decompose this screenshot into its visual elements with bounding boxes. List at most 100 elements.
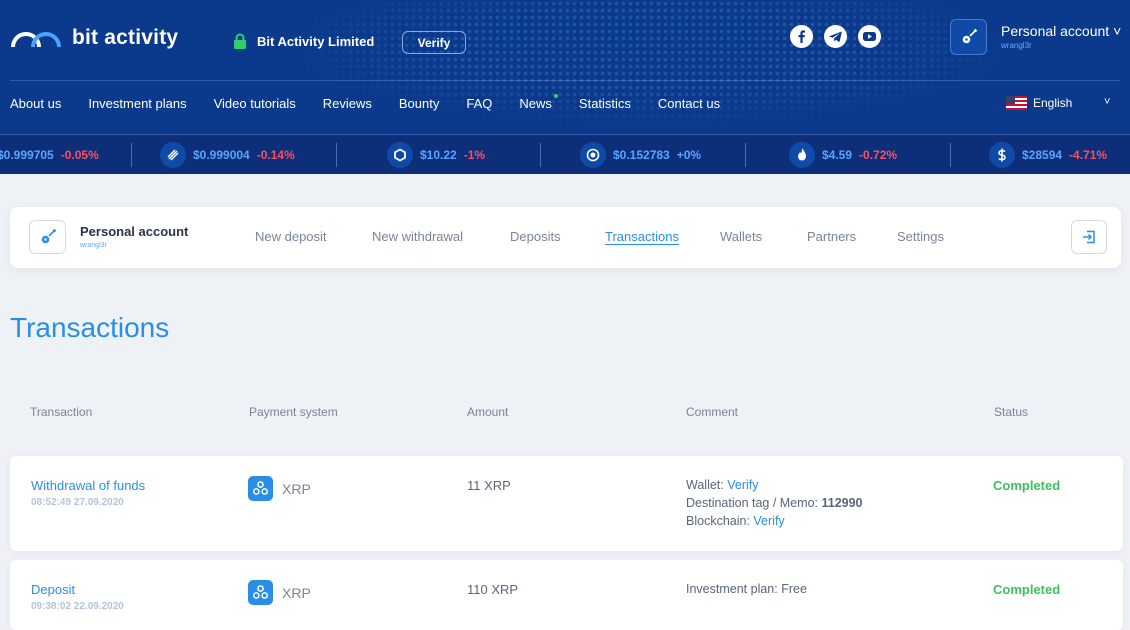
wallet-verify-link[interactable]: Verify (727, 478, 758, 492)
site-logo[interactable]: bit activity (10, 26, 178, 50)
payment-system-name: XRP (282, 480, 311, 497)
ticker-price: $0.999004 (193, 148, 250, 162)
ticker-change: -1% (463, 148, 486, 162)
tab-partners[interactable]: Partners (807, 229, 856, 244)
lock-icon (234, 33, 246, 49)
blockchain-verify-link[interactable]: Verify (753, 514, 784, 528)
comment-cell: Wallet: Verify Destination tag / Memo: 1… (686, 476, 863, 530)
ticker-item: $0.999705 -0.05% (0, 135, 99, 174)
telegram-icon[interactable] (824, 25, 847, 48)
language-selector[interactable]: English ˅ (1006, 96, 1110, 110)
payment-system-name: XRP (282, 584, 311, 601)
nav-faq[interactable]: FAQ (466, 96, 492, 111)
account-guitar-icon (950, 19, 987, 55)
youtube-icon[interactable] (858, 25, 881, 48)
ticker-change: -0.05% (60, 148, 99, 162)
column-header-comment: Comment (686, 405, 739, 419)
account-username: wrangl3r (1001, 41, 1032, 50)
ticker-price: $28594 (1022, 148, 1063, 162)
ticker-item: $0.152783 +0% (580, 135, 701, 174)
chevron-down-icon: ˅ (1104, 96, 1111, 108)
nav-news-label: News (519, 96, 552, 111)
comment-cell: Investment plan: Free (686, 580, 807, 598)
ticker-divider (540, 143, 541, 167)
price-ticker: $0.999705 -0.05% $0.999004 -0.14% $10.22… (0, 134, 1130, 174)
nav-video-tutorials[interactable]: Video tutorials (214, 96, 296, 111)
coin-stripes-icon (160, 142, 186, 168)
ticker-price: $0.152783 (613, 148, 670, 162)
table-row: Withdrawal of funds 08:52:49 27.09.2020 … (10, 456, 1123, 551)
comment-tag-line: Destination tag / Memo: 112990 (686, 494, 863, 512)
account-card-username: wrangl3r (80, 242, 107, 249)
logo-text: bit activity (72, 26, 179, 49)
xrp-logo-icon (248, 476, 273, 501)
nav-investment-plans[interactable]: Investment plans (88, 96, 186, 111)
xrp-logo-icon (248, 580, 273, 605)
logout-icon (1083, 230, 1095, 244)
facebook-icon[interactable] (790, 25, 813, 48)
comment-wallet-line: Wallet: Verify (686, 476, 863, 494)
account-title: Personal account (1001, 23, 1110, 39)
tab-new-deposit[interactable]: New deposit (255, 229, 327, 244)
column-header-amount: Amount (467, 405, 509, 419)
ticker-change: -0.72% (859, 148, 898, 162)
company-badge: Bit Activity Limited (233, 33, 374, 50)
ticker-divider (131, 143, 132, 167)
tab-wallets[interactable]: Wallets (720, 229, 762, 244)
coin-flame-icon (789, 142, 815, 168)
payment-system-cell: XRP (248, 476, 311, 501)
comment-tag-value: 112990 (821, 496, 863, 510)
account-card-title: Personal account (80, 224, 189, 239)
amount-cell: 110 XRP (467, 582, 519, 597)
nav-reviews[interactable]: Reviews (323, 96, 372, 111)
nav-bounty[interactable]: Bounty (399, 96, 439, 111)
language-label: English (1033, 96, 1073, 110)
ticker-change: -4.71% (1069, 148, 1108, 162)
tab-settings[interactable]: Settings (897, 229, 944, 244)
transaction-datetime: 09:38:02 22.09.2020 (31, 601, 124, 612)
account-menu[interactable]: Personal account ˅ wrangl3r (950, 19, 1121, 55)
comment-blockchain-label: Blockchain: (686, 514, 754, 528)
comment-plan-value: Free (781, 582, 807, 596)
transaction-datetime: 08:52:49 27.09.2020 (31, 497, 124, 508)
nav-news[interactable]: News (519, 94, 558, 111)
ticker-price: $0.999705 (0, 148, 54, 162)
column-header-payment-system: Payment system (249, 405, 338, 419)
nav-contact-us[interactable]: Contact us (658, 96, 720, 111)
status-badge: Completed (993, 582, 1061, 597)
comment-wallet-label: Wallet: (686, 478, 728, 492)
nav-about-us[interactable]: About us (10, 96, 61, 111)
amount-cell: 11 XRP (467, 478, 511, 493)
coin-ring-icon (580, 142, 606, 168)
payment-system-cell: XRP (248, 580, 311, 605)
company-name: Bit Activity Limited (257, 34, 375, 49)
column-header-status: Status (994, 405, 1029, 419)
status-badge: Completed (993, 478, 1061, 493)
transaction-type-link[interactable]: Withdrawal of funds (31, 478, 145, 493)
verify-company-button[interactable]: Verify (402, 31, 466, 54)
site-header: bit activity Bit Activity Limited Verify… (0, 0, 1130, 174)
nav-statistics[interactable]: Statistics (579, 96, 631, 111)
ticker-divider (950, 143, 951, 167)
account-guitar-icon (29, 220, 66, 254)
tab-new-withdrawal[interactable]: New withdrawal (372, 229, 463, 244)
transaction-type-link[interactable]: Deposit (31, 582, 124, 597)
ticker-item: $4.59 -0.72% (789, 135, 897, 174)
tab-deposits[interactable]: Deposits (510, 229, 561, 244)
us-flag-icon (1006, 96, 1027, 110)
header-divider (10, 80, 1120, 81)
ticker-divider (336, 143, 337, 167)
comment-plan-line: Investment plan: Free (686, 580, 807, 598)
ticker-price: $4.59 (822, 148, 853, 162)
tab-transactions[interactable]: Transactions (605, 229, 679, 244)
logout-button[interactable] (1071, 220, 1107, 254)
comment-plan-label: Investment plan: (686, 582, 782, 596)
ticker-price: $10.22 (420, 148, 457, 162)
ticker-divider (745, 143, 746, 167)
coin-hexagon-icon (387, 142, 413, 168)
transaction-cell: Deposit 09:38:02 22.09.2020 (31, 582, 124, 612)
transaction-cell: Withdrawal of funds 08:52:49 27.09.2020 (31, 478, 145, 508)
ticker-item: $28594 -4.71% (989, 135, 1107, 174)
account-nav-card: Personal account wrangl3r New deposit Ne… (10, 207, 1121, 268)
ticker-change: +0% (676, 148, 702, 162)
